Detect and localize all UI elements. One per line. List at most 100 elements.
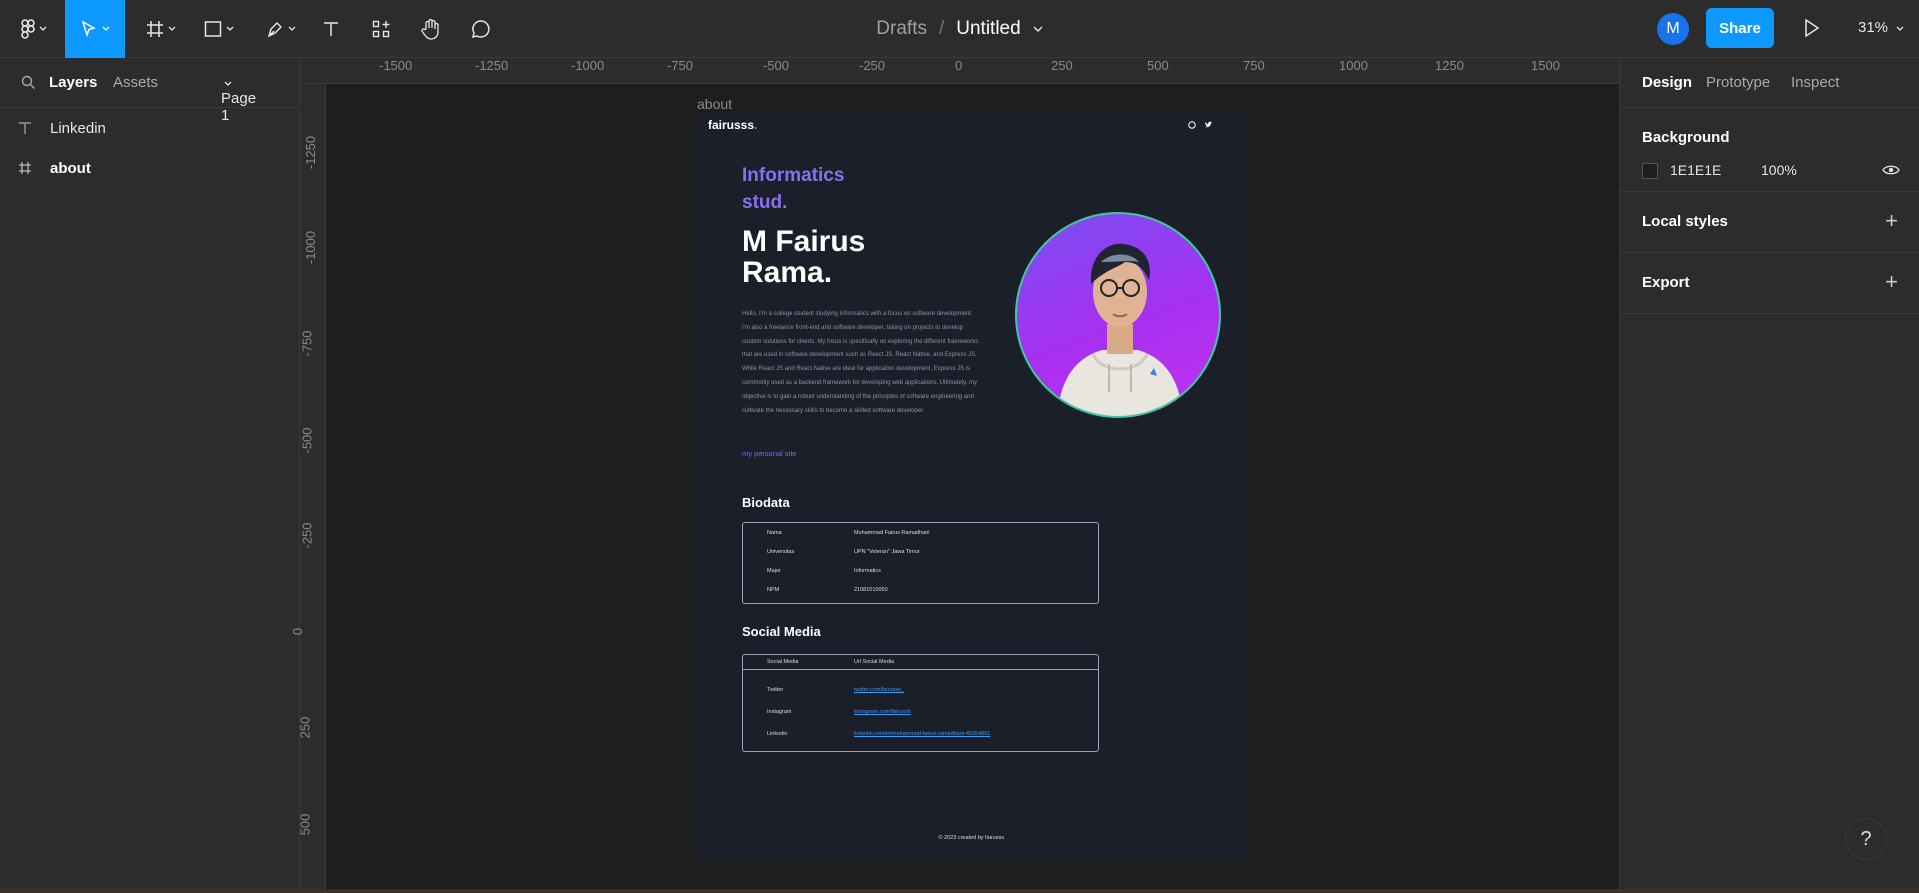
table-cell-key: Nama (767, 530, 782, 536)
left-panel-tabs: Layers Assets Page 1 (0, 58, 299, 124)
ruler-tick-label: -750 (667, 58, 694, 73)
table-cell-key: Universitas (767, 549, 795, 555)
social-media-table: Social Media Url Social Media Twitter twitt… (742, 654, 1099, 752)
ruler-tick-label: 1500 (1531, 58, 1560, 73)
table-cell-key: NPM (767, 587, 780, 593)
ruler-tick-label: 750 (1243, 58, 1265, 73)
ruler-tick-label: 250 (297, 716, 313, 739)
background-heading: Background (1642, 129, 1730, 146)
table-cell-value: 21081010050 (854, 587, 888, 593)
character-illustration (1057, 243, 1183, 416)
role-line: Informatics (742, 165, 845, 186)
table-row: Instagram instagram.com/fairussh (743, 707, 1098, 717)
design-panel: Design Prototype Inspect Background 1E1E… (1619, 58, 1919, 893)
table-row: Major Informatics (743, 566, 1098, 576)
frame-icon (0, 161, 50, 175)
ruler-tick-label: 1000 (1339, 58, 1368, 73)
ruler-tick-label: -1500 (379, 58, 413, 73)
table-cell-key: Instagram (767, 709, 792, 715)
breadcrumb-separator: / (938, 18, 945, 39)
tab-prototype[interactable]: Prototype (1706, 74, 1770, 91)
ruler-tick-label: -1000 (571, 58, 605, 73)
about-frame[interactable]: fairusss. Informatics stud. M Fairus Ram… (696, 113, 1248, 859)
ruler-tick-label: -250 (859, 58, 886, 73)
table-row: Nama Muhammad Fairus Ramadhani (743, 528, 1098, 538)
ruler-tick-label: 0 (290, 627, 306, 636)
brand-logo: fairusss. (708, 118, 757, 132)
local-styles-section: Local styles + (1620, 192, 1919, 253)
local-styles-heading: Local styles (1642, 213, 1728, 230)
brand-dot: . (754, 118, 758, 132)
background-opacity-input[interactable]: 100% (1761, 162, 1797, 178)
layer-item-about[interactable]: about (0, 150, 300, 186)
table-cell-key: Linkedin (767, 731, 788, 737)
biodata-heading: Biodata (742, 495, 790, 510)
text-icon (0, 121, 50, 135)
right-panel-tabs: Design Prototype Inspect (1620, 58, 1919, 108)
social-link[interactable]: twitter.com/fairusss_ (854, 685, 904, 695)
file-title[interactable]: Untitled (956, 18, 1020, 40)
biodata-table: Nama Muhammad Fairus Ramadhani Universitas… (742, 522, 1099, 604)
breadcrumb: Drafts / Untitled (0, 0, 1919, 58)
ruler-tick-label: 250 (1051, 58, 1073, 73)
name-line: M Fairus (742, 225, 866, 258)
frame-footer: © 2023 created by fairusss. (938, 835, 1006, 841)
table-row: Linkedin linkedin.com/in/muhammad-fairus-… (743, 729, 1098, 739)
avatar-portrait (1015, 212, 1221, 418)
table-header-cell: Social Media (767, 659, 799, 665)
search-icon[interactable] (21, 75, 36, 90)
table-cell-value: Informatics (854, 568, 881, 574)
social-link[interactable]: instagram.com/fairussh (854, 707, 911, 717)
chevron-down-icon (1896, 26, 1904, 31)
add-export-plus-icon[interactable]: + (1885, 271, 1898, 293)
table-cell-key: Twitter (767, 687, 784, 693)
layer-item-linkedin[interactable]: Linkedin (0, 110, 300, 146)
ruler-tick-label: -1250 (303, 135, 319, 170)
tab-design[interactable]: Design (1642, 74, 1692, 91)
table-header-cell: Url Social Media (854, 659, 895, 665)
chevron-down-icon[interactable] (1033, 26, 1043, 33)
avatar[interactable]: M (1657, 13, 1689, 45)
ruler-vertical: -1250 -1000 -750 -500 -250 0 250 500 (290, 84, 326, 893)
tab-assets[interactable]: Assets (113, 74, 158, 91)
export-section: Export + (1620, 253, 1919, 314)
background-section: Background 1E1E1E 100% (1620, 108, 1919, 192)
table-row: Universitas UPN "Veteran" Jawa Timur (743, 547, 1098, 557)
add-style-plus-icon[interactable]: + (1885, 210, 1898, 232)
zoom-dropdown[interactable]: 31% (1858, 19, 1904, 36)
top-toolbar: Drafts / Untitled M Share 31% (0, 0, 1919, 58)
tab-inspect[interactable]: Inspect (1791, 74, 1839, 91)
eye-icon[interactable] (1882, 164, 1900, 176)
help-button[interactable]: ? (1845, 818, 1887, 860)
ruler-tick-label: -500 (299, 427, 315, 454)
frame-label[interactable]: about (697, 96, 732, 112)
ruler-tick-label: -250 (299, 522, 315, 549)
present-play-icon[interactable] (1800, 17, 1822, 39)
chevron-down-icon (224, 81, 232, 86)
ruler-tick-label: -1000 (303, 230, 319, 265)
page-selector[interactable]: Page 1 (221, 74, 256, 124)
ruler-tick-label: -750 (299, 330, 315, 357)
breadcrumb-drafts[interactable]: Drafts (876, 18, 927, 40)
personal-site-link[interactable]: my personal site (742, 449, 797, 458)
bio-paragraph: Hello, I'm a college student studying In… (742, 311, 979, 414)
twitter-icon (1205, 121, 1212, 128)
background-hex-input[interactable]: 1E1E1E (1670, 162, 1721, 178)
social-link[interactable]: linkedin.com/in/muhammad-fairus-ramadhan… (854, 729, 990, 739)
bottom-edge (0, 889, 1919, 893)
table-header-row: Social Media Url Social Media (743, 657, 1098, 670)
profile-name: M Fairus Rama. (742, 226, 942, 288)
table-cell-value: UPN "Veteran" Jawa Timur (854, 549, 920, 555)
ruler-tick-label: -500 (763, 58, 790, 73)
share-button[interactable]: Share (1706, 8, 1774, 48)
role-title: Informatics stud. (742, 162, 902, 216)
tab-layers[interactable]: Layers (49, 74, 97, 91)
background-swatch[interactable] (1642, 163, 1658, 179)
role-line: stud. (742, 192, 788, 213)
table-row: Twitter twitter.com/fairusss_ (743, 685, 1098, 695)
layers-panel: Layers Assets Page 1 Linkedin about (0, 58, 300, 893)
name-line: Rama. (742, 256, 833, 289)
ruler-tick-label: 500 (297, 813, 313, 836)
ruler-tick-label: 0 (955, 58, 963, 73)
table-row: NPM 21081010050 (743, 585, 1098, 595)
